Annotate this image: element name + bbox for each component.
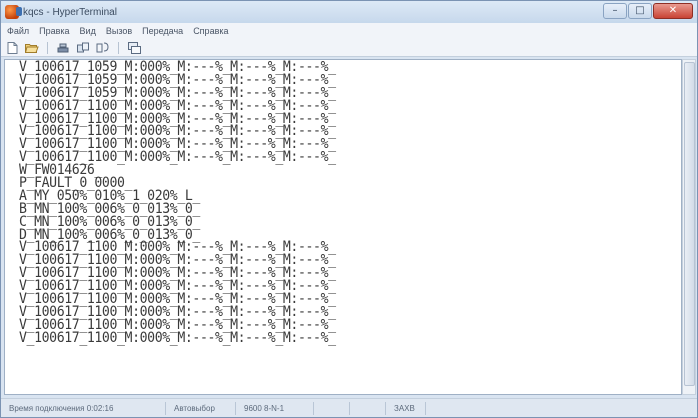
toolbar — [1, 39, 697, 57]
status-scroll — [314, 401, 350, 415]
menu-file[interactable]: Файл — [7, 26, 29, 36]
terminal-line: V_100617_1100_M:000%_M:---%_M:---%_M:---… — [19, 149, 336, 166]
status-connection-time: Время подключения 0:02:16 — [1, 401, 166, 415]
vertical-scrollbar[interactable] — [682, 59, 696, 395]
status-capture: ЗАХВ — [386, 401, 426, 415]
menu-bar: Файл Правка Вид Вызов Передача Справка — [1, 23, 697, 39]
properties-button[interactable] — [127, 41, 141, 54]
hyperterminal-icon[interactable] — [5, 5, 22, 19]
status-print — [426, 402, 486, 415]
menu-call[interactable]: Вызов — [106, 26, 132, 36]
open-button[interactable] — [25, 41, 39, 54]
menu-transfer[interactable]: Передача — [142, 26, 183, 36]
menu-help[interactable]: Справка — [193, 26, 228, 36]
hyperterminal-window: kqcs - HyperTerminal – □ ✕ Файл Правка В… — [0, 0, 698, 418]
disconnect-icon — [57, 43, 69, 52]
send-icon — [96, 42, 109, 52]
status-emulation: Автовыбор — [166, 401, 236, 415]
scrollbar-thumb[interactable] — [684, 62, 695, 386]
menu-edit[interactable]: Правка — [39, 26, 69, 36]
new-icon — [7, 41, 17, 54]
send-button[interactable] — [96, 41, 110, 54]
open-icon — [25, 43, 39, 53]
minimize-icon: – — [612, 5, 618, 16]
window-controls: – □ ✕ — [603, 3, 693, 19]
new-connection-button[interactable] — [5, 41, 19, 54]
terminal-line: V_100617_1100_M:000%_M:---%_M:---%_M:---… — [19, 330, 336, 347]
disconnect-button[interactable] — [56, 41, 70, 54]
properties-icon — [127, 41, 141, 54]
call-icon — [77, 42, 89, 52]
toolbar-separator — [118, 41, 119, 54]
title-bar[interactable]: kqcs - HyperTerminal – □ ✕ — [1, 1, 697, 23]
toolbar-separator — [47, 41, 48, 54]
maximize-icon: □ — [635, 5, 645, 16]
status-caps — [350, 401, 386, 415]
minimize-button[interactable]: – — [603, 3, 627, 19]
terminal-output[interactable]: V_100617_1059_M:000%_M:---%_M:---%_M:---… — [4, 59, 682, 395]
close-button[interactable]: ✕ — [653, 3, 693, 19]
status-bar: Время подключения 0:02:16 Автовыбор 9600… — [1, 398, 697, 417]
menu-view[interactable]: Вид — [80, 26, 96, 36]
close-icon: ✕ — [668, 5, 678, 16]
window-title: kqcs - HyperTerminal — [23, 6, 117, 18]
status-port-settings: 9600 8-N-1 — [236, 401, 314, 415]
terminal-lines: V_100617_1059_M:000%_M:---%_M:---%_M:---… — [5, 60, 681, 346]
call-button[interactable] — [76, 41, 90, 54]
maximize-button[interactable]: □ — [628, 3, 652, 19]
